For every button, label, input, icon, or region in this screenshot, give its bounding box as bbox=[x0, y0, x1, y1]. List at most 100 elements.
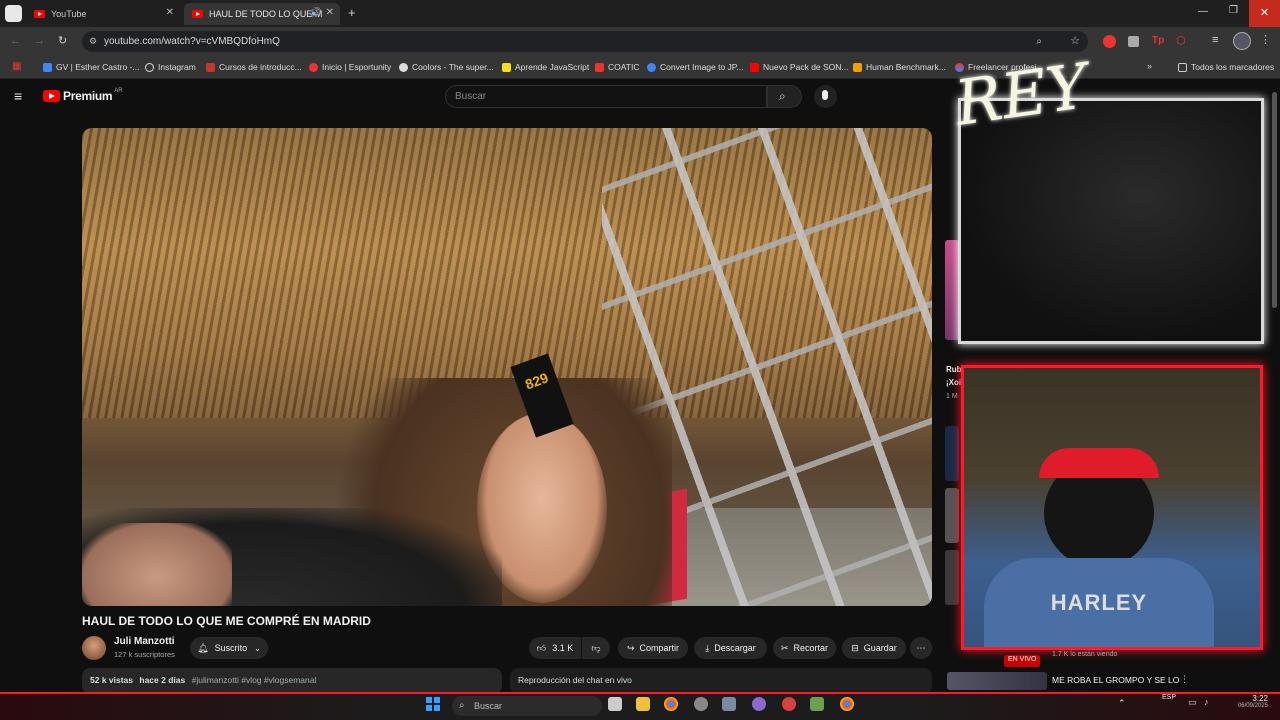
bookmark-item[interactable]: Convert Image to JP... bbox=[647, 62, 743, 72]
more-vertical-icon[interactable]: ⋮ bbox=[1180, 674, 1189, 685]
share-button[interactable]: ↪ Compartir bbox=[618, 637, 688, 659]
search-button[interactable]: ⌕ bbox=[767, 85, 802, 108]
hamburger-menu-icon[interactable]: ≡ bbox=[14, 88, 22, 104]
task-view-icon[interactable] bbox=[608, 697, 622, 711]
volume-icon[interactable]: ♪ bbox=[1204, 697, 1209, 707]
app-icon[interactable] bbox=[722, 697, 736, 711]
clip-button[interactable]: ✂ Recortar bbox=[773, 637, 836, 659]
close-tab-icon[interactable]: ✕ bbox=[166, 7, 174, 18]
chrome-icon[interactable] bbox=[664, 697, 678, 711]
close-window-icon[interactable]: ✕ bbox=[1249, 0, 1280, 27]
minimize-window-icon[interactable]: — bbox=[1198, 6, 1208, 17]
dislike-button[interactable]: 👎︎ bbox=[582, 637, 610, 659]
tab-video[interactable]: HAUL DE TODO LO QUE M 🔊 ✕ bbox=[184, 3, 340, 25]
convert-icon bbox=[647, 62, 656, 72]
apps-grid-icon[interactable]: ▦ bbox=[12, 61, 21, 72]
bookmark-item[interactable]: Coolors - The super... bbox=[399, 62, 494, 72]
zoom-icon[interactable]: ⌕ bbox=[1036, 31, 1042, 52]
recommended-thumbnail[interactable] bbox=[945, 240, 959, 340]
clock-time: 3:22 bbox=[1252, 694, 1268, 703]
thumbs-down-icon: 👎︎ bbox=[591, 642, 601, 653]
channel-name[interactable]: Juli Manzotti bbox=[114, 636, 175, 647]
sidebar-text-fragment: ¡Xoi bbox=[946, 378, 962, 387]
recommended-thumbnail[interactable] bbox=[947, 672, 1047, 690]
video-title: HAUL DE TODO LO QUE ME COMPRÉ EN MADRID bbox=[82, 614, 371, 628]
youtube-favicon-icon bbox=[192, 10, 203, 18]
youtube-logo[interactable]: Premium AR bbox=[43, 88, 123, 103]
video-player[interactable]: 829 bbox=[82, 128, 932, 606]
more-actions-button[interactable]: ⋯ bbox=[910, 637, 932, 659]
hashtags[interactable]: #julimanzotti #vlog #vlogsemanal bbox=[192, 675, 317, 685]
keyboard-language[interactable]: ESP bbox=[1158, 694, 1180, 701]
back-icon[interactable]: ← bbox=[10, 35, 21, 47]
reload-icon[interactable]: ↻ bbox=[58, 34, 67, 47]
maximize-window-icon[interactable]: ❐ bbox=[1229, 5, 1238, 16]
bookmark-item[interactable]: Aprende JavaScript bbox=[502, 62, 589, 72]
course-icon bbox=[206, 62, 215, 72]
voice-search-button[interactable] bbox=[814, 85, 837, 108]
coatic-icon bbox=[595, 62, 604, 72]
bookmark-item[interactable]: Human Benchmark... bbox=[853, 62, 946, 72]
app-icon[interactable] bbox=[810, 697, 824, 711]
bookmark-item[interactable]: Nuevo Pack de SON... bbox=[750, 62, 849, 72]
bookmark-item[interactable]: Inicio | Esportunity bbox=[309, 62, 391, 72]
extension-icon[interactable] bbox=[1128, 36, 1139, 47]
youtube-logo-icon bbox=[43, 90, 60, 102]
extension-icon[interactable]: Tp bbox=[1152, 35, 1164, 46]
headset-icon bbox=[1039, 448, 1159, 478]
bookmark-item[interactable]: COATIC bbox=[595, 62, 639, 72]
meta-icon bbox=[145, 62, 154, 72]
address-bar[interactable]: ⚙ youtube.com/watch?v=cVMBQDfoHmQ ☆ ⌕ bbox=[82, 31, 1088, 52]
windows-start-icon[interactable] bbox=[426, 697, 440, 711]
profile-icon[interactable] bbox=[5, 5, 22, 22]
site-info-icon[interactable]: ⚙ bbox=[89, 31, 97, 52]
menu-kebab-icon[interactable]: ⋮ bbox=[1260, 33, 1271, 46]
account-avatar-icon[interactable] bbox=[1233, 32, 1251, 50]
coolors-icon bbox=[399, 62, 408, 72]
taskbar-clock[interactable]: 3:22 06/09/2025 bbox=[1220, 694, 1268, 709]
recommended-thumbnail[interactable] bbox=[945, 550, 959, 605]
like-button[interactable]: 👍︎ 3.1 K bbox=[529, 637, 581, 659]
app-icon[interactable] bbox=[782, 697, 796, 711]
publish-date: hace 2 días bbox=[139, 675, 186, 685]
live-chat-replay-header[interactable]: Reproducción del chat en vivo bbox=[510, 668, 932, 694]
all-bookmarks-folder[interactable]: Todos los marcadores bbox=[1178, 62, 1274, 72]
subscribed-button[interactable]: 🔔︎ Suscrito ⌄ bbox=[190, 637, 268, 659]
search-icon: ⌕ bbox=[779, 89, 786, 103]
tab-youtube[interactable]: YouTube ✕ bbox=[26, 3, 180, 25]
download-icon: ⤓ bbox=[705, 642, 710, 653]
channel-avatar[interactable] bbox=[82, 636, 106, 660]
recommended-video-title[interactable]: ME ROBA EL GROMPO Y SE LO bbox=[1052, 675, 1179, 685]
system-tray-chevron-icon[interactable]: ⌃ bbox=[1118, 698, 1126, 709]
stream-overlay-camera-frame bbox=[958, 98, 1264, 344]
recommended-thumbnail[interactable] bbox=[945, 488, 959, 543]
search-input[interactable]: Buscar bbox=[445, 85, 767, 108]
app-icon[interactable] bbox=[752, 697, 766, 711]
new-tab-icon[interactable]: + bbox=[348, 5, 356, 20]
chrome-profile-icon[interactable] bbox=[840, 697, 854, 711]
scrollbar[interactable] bbox=[1272, 92, 1277, 308]
forward-icon[interactable]: → bbox=[34, 35, 45, 47]
video-person-arm bbox=[82, 523, 232, 606]
description-box[interactable]: 52 k vistas hace 2 días #julimanzotti #v… bbox=[82, 668, 502, 694]
reading-list-icon[interactable]: ≡ bbox=[1212, 34, 1218, 46]
youtube-icon bbox=[750, 62, 759, 72]
recommended-thumbnail[interactable] bbox=[945, 426, 959, 481]
bookmark-item[interactable]: Instagram bbox=[145, 62, 196, 72]
extension-icon[interactable] bbox=[1103, 35, 1116, 48]
scissors-icon: ✂ bbox=[780, 642, 789, 653]
save-button[interactable]: ⊟ Guardar bbox=[842, 637, 906, 659]
view-count: 52 k vistas bbox=[90, 675, 134, 685]
close-tab-icon[interactable]: ✕ bbox=[326, 7, 334, 18]
audio-playing-icon[interactable]: 🔊 bbox=[310, 7, 321, 18]
extensions-puzzle-icon[interactable]: ⬡ bbox=[1176, 34, 1186, 47]
sidebar-text-fragment: Rub bbox=[946, 365, 962, 374]
file-explorer-icon[interactable] bbox=[636, 697, 650, 711]
bookmark-item[interactable]: Cursos de introducc... bbox=[206, 62, 302, 72]
settings-icon[interactable] bbox=[694, 697, 708, 711]
taskbar-search-input[interactable]: ⌕ Buscar bbox=[452, 696, 602, 716]
bookmark-item[interactable]: GV | Esther Castro -... bbox=[43, 62, 139, 72]
more-bookmarks-icon[interactable]: » bbox=[1147, 61, 1152, 71]
wifi-icon[interactable]: ▭ bbox=[1188, 697, 1197, 708]
download-button[interactable]: ⤓ Descargar bbox=[694, 637, 767, 659]
